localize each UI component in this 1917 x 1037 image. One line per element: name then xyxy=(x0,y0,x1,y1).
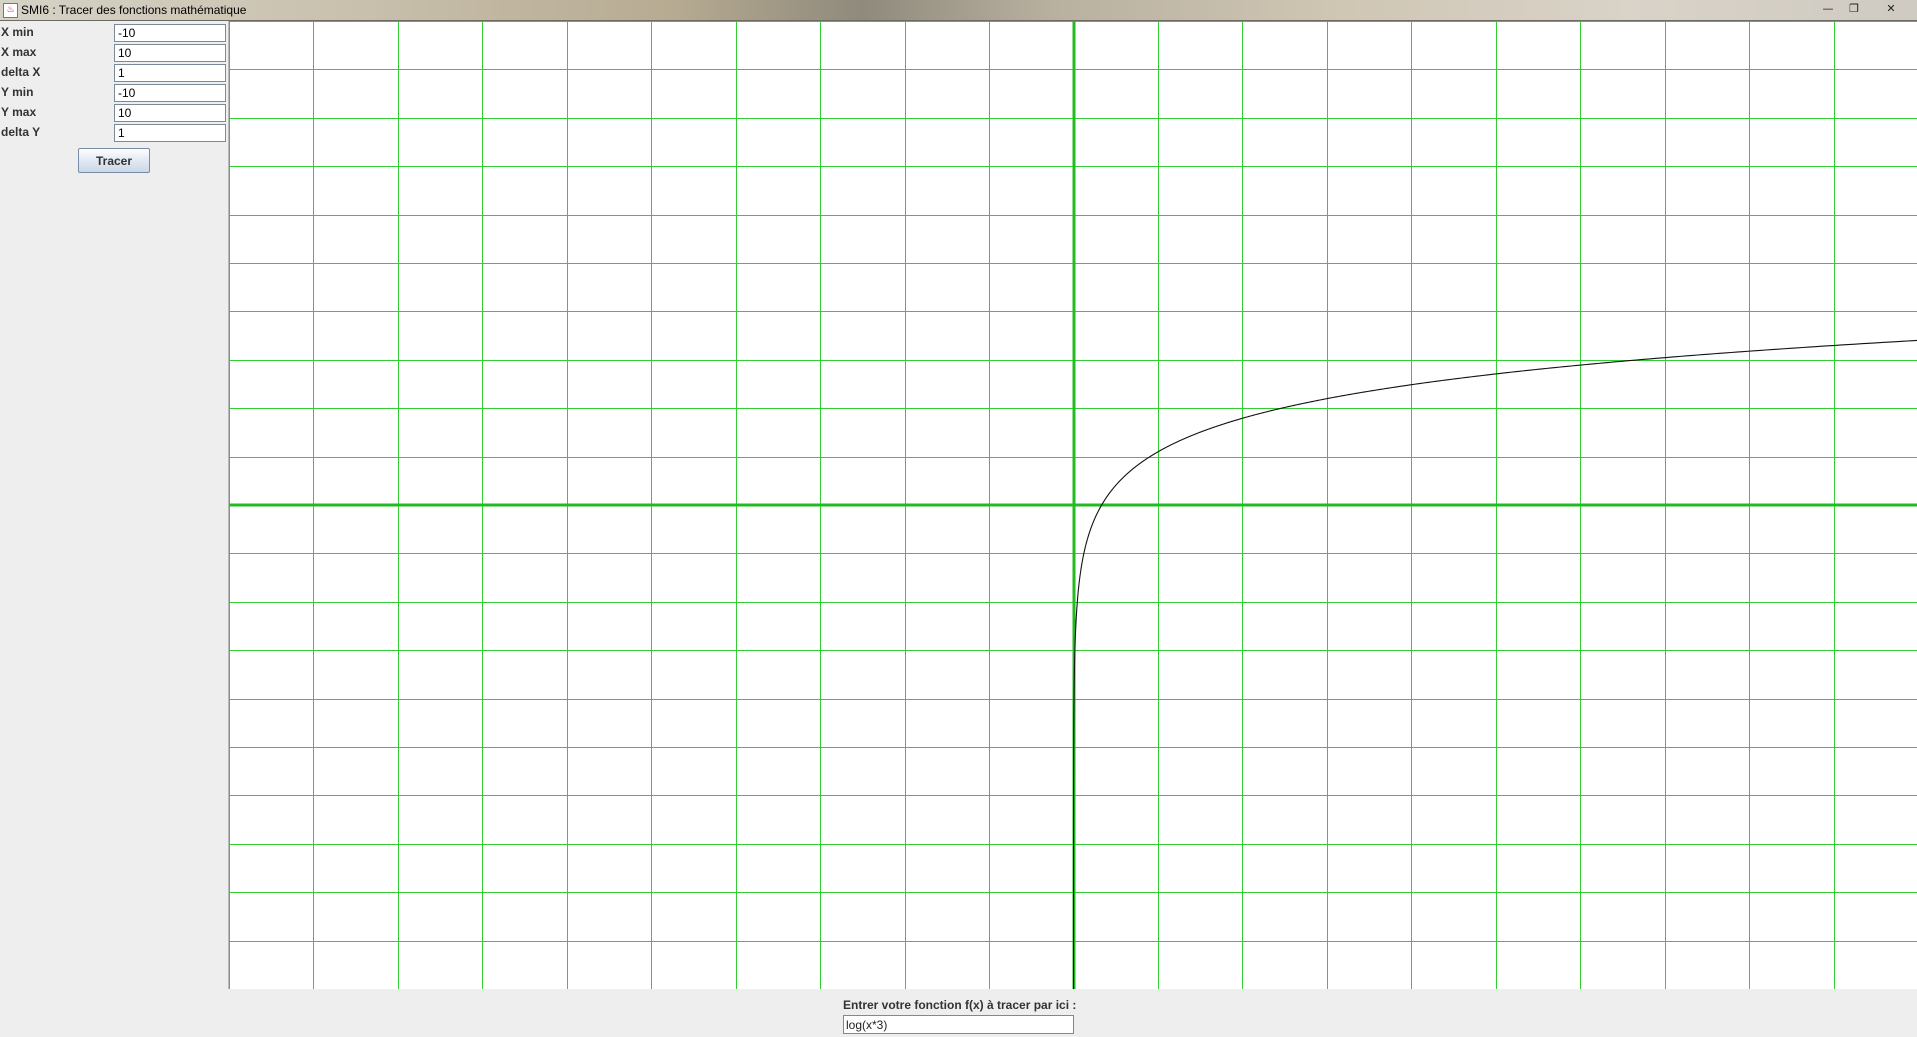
xmin-label: X min xyxy=(1,25,34,39)
tracer-button[interactable]: Tracer xyxy=(78,148,150,173)
delta-y-input[interactable] xyxy=(114,124,226,142)
xmin-input[interactable] xyxy=(114,24,226,42)
function-entry-label: Entrer votre fonction f(x) à tracer par … xyxy=(843,998,1077,1012)
parameter-panel: X min X max delta X Y min Y max delta Y … xyxy=(0,21,228,1037)
plot-area xyxy=(228,21,1917,989)
delta-x-input[interactable] xyxy=(114,64,226,82)
minimize-button[interactable]: — xyxy=(1817,1,1839,17)
ymin-input[interactable] xyxy=(114,84,226,102)
app-window: ♨ SMI6 : Tracer des fonctions mathématiq… xyxy=(0,0,1917,1037)
title-bar[interactable]: ♨ SMI6 : Tracer des fonctions mathématiq… xyxy=(0,0,1917,21)
ymax-input[interactable] xyxy=(114,104,226,122)
ymax-label: Y max xyxy=(1,105,37,119)
close-button[interactable]: ✕ xyxy=(1880,1,1902,17)
delta-x-label: delta X xyxy=(1,65,41,79)
function-curve xyxy=(1072,339,1917,989)
function-plot xyxy=(229,21,1917,989)
ymin-label: Y min xyxy=(1,85,34,99)
delta-y-label: delta Y xyxy=(1,125,41,139)
xmax-label: X max xyxy=(1,45,37,59)
curve-layer xyxy=(1072,339,1917,989)
function-input[interactable] xyxy=(843,1015,1074,1034)
xmax-input[interactable] xyxy=(114,44,226,62)
java-app-icon: ♨ xyxy=(3,3,18,18)
window-title: SMI6 : Tracer des fonctions mathématique xyxy=(21,3,247,17)
maximize-button[interactable]: ❐ xyxy=(1843,1,1865,17)
